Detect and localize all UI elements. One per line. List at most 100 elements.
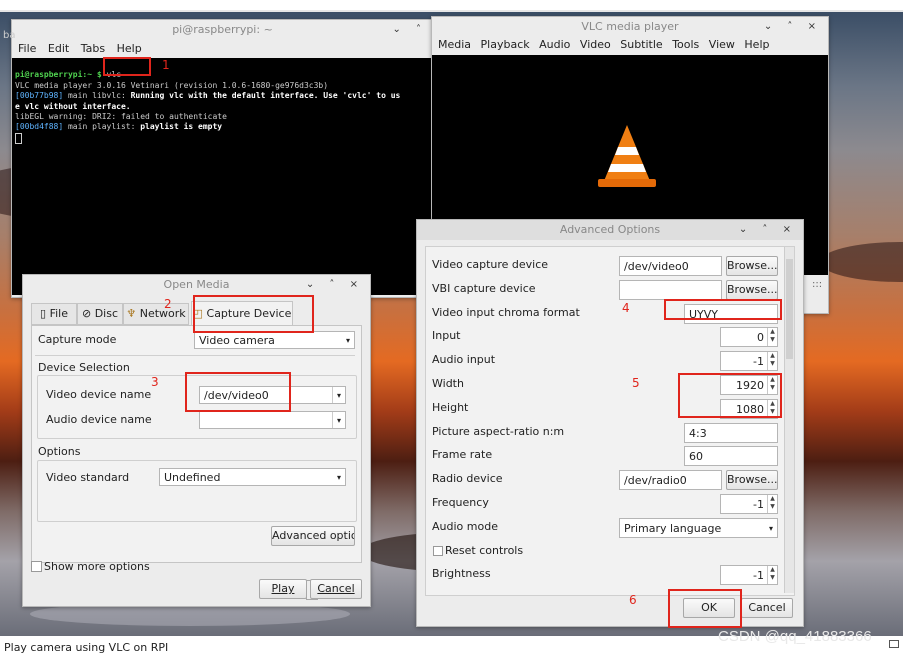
spinbox-value: -1: [753, 355, 764, 368]
cancel-button[interactable]: Cancel: [310, 579, 362, 599]
browse-button[interactable]: Browse...: [726, 280, 778, 300]
spin-arrows-icon[interactable]: ▲ ▼: [767, 352, 777, 370]
terminal-cursor: [15, 132, 22, 144]
scrollbar-thumb[interactable]: [786, 259, 793, 359]
terminal-line: libEGL warning: DRI2: failed to authenti…: [15, 112, 227, 122]
watermark-corner-icon: [889, 640, 899, 648]
vlc-menu-help[interactable]: Help: [744, 38, 769, 51]
reset-controls-checkbox[interactable]: [433, 546, 443, 556]
advanced-row-label: Audio input: [432, 353, 496, 366]
capture-mode-label: Capture mode: [38, 333, 117, 346]
advanced-titlebar: Advanced Options ⌄ ˄ ×: [417, 220, 803, 240]
terminal-window: pi@raspberrypi: ~ ⌄ ˄ File Edit Tabs Hel…: [11, 19, 434, 298]
browse-button[interactable]: Browse...: [726, 470, 778, 490]
annotation-number-5: 5: [632, 376, 640, 390]
advanced-text-input[interactable]: 60: [684, 446, 778, 466]
advanced-row-label: Audio mode: [432, 520, 498, 533]
terminal-title: pi@raspberrypi: ~: [172, 23, 273, 36]
advanced-spinbox[interactable]: 0 ▲ ▼: [720, 327, 778, 347]
advanced-row-label: Radio device: [432, 472, 503, 485]
annotation-number-2: 2: [164, 297, 172, 311]
chevron-down-icon: ▾: [345, 336, 350, 345]
advanced-row-label: Reset controls: [445, 544, 524, 557]
terminal-line: e vlc without interface.: [15, 101, 131, 111]
advanced-window-controls[interactable]: ⌄ ˄ ×: [739, 220, 797, 240]
terminal-menu-tabs[interactable]: Tabs: [81, 42, 105, 55]
vlc-window-controls[interactable]: ⌄ ˄ ×: [764, 17, 822, 37]
annotation-box-2: [193, 295, 314, 333]
vlc-titlebar: VLC media player ⌄ ˄ ×: [432, 17, 828, 37]
audio-device-label: Audio device name: [46, 413, 152, 426]
annotation-box-6: [668, 589, 742, 628]
device-selection-label: Device Selection: [38, 361, 130, 374]
advanced-path-input[interactable]: /dev/video0: [619, 256, 722, 276]
terminal-menu-file[interactable]: File: [18, 42, 36, 55]
disc-icon: ⊘: [81, 307, 92, 320]
vlc-menu-subtitle[interactable]: Subtitle: [620, 38, 662, 51]
advanced-row-label: Brightness: [432, 567, 491, 580]
spin-arrows-icon[interactable]: ▲ ▼: [767, 495, 777, 513]
advanced-cancel-button[interactable]: Cancel: [741, 598, 793, 618]
chevron-down-icon: ▾: [332, 387, 345, 403]
advanced-scrollbar[interactable]: [784, 247, 794, 593]
vlc-menu-audio[interactable]: Audio: [539, 38, 570, 51]
advanced-spinbox[interactable]: -1 ▲ ▼: [720, 494, 778, 514]
tab-disc[interactable]: ⊘ Disc: [77, 303, 123, 325]
terminal-line: VLC media player 3.0.16 Vetinari (revisi…: [15, 80, 329, 90]
browse-button[interactable]: Browse...: [726, 256, 778, 276]
open-media-window-controls[interactable]: ⌄ ˄ ×: [306, 275, 364, 295]
terminal-window-controls[interactable]: ⌄ ˄: [392, 20, 427, 40]
audio-mode-select[interactable]: Primary language ▾: [619, 518, 778, 538]
terminal-output[interactable]: pi@raspberrypi:~ $ vlc VLC media player 3…: [12, 58, 433, 295]
capture-mode-select[interactable]: Video camera ▾: [194, 331, 355, 349]
advanced-text-input[interactable]: 4:3: [684, 423, 778, 443]
chevron-down-icon: ▾: [336, 473, 341, 482]
play-button[interactable]: Play▾: [259, 579, 318, 600]
terminal-titlebar: pi@raspberrypi: ~ ⌄ ˄: [12, 20, 433, 40]
vlc-menu-video[interactable]: Video: [580, 38, 611, 51]
annotation-number-1: 1: [162, 58, 170, 72]
advanced-spinbox[interactable]: -1 ▲ ▼: [720, 565, 778, 585]
spin-arrows-icon[interactable]: ▲ ▼: [767, 328, 777, 346]
advanced-row-label: Width: [432, 377, 464, 390]
select-value: Primary language: [624, 522, 722, 535]
vlc-menu-tools[interactable]: Tools: [672, 38, 699, 51]
open-media-title: Open Media: [163, 278, 230, 291]
advanced-row-label: Input: [432, 329, 461, 342]
divider: [35, 355, 355, 356]
spinbox-value: -1: [753, 569, 764, 582]
advanced-path-input[interactable]: /dev/radio0: [619, 470, 722, 490]
terminal-menu-help[interactable]: Help: [117, 42, 142, 55]
video-standard-select[interactable]: Undefined ▾: [159, 468, 346, 486]
show-more-checkbox[interactable]: [31, 561, 42, 572]
network-icon: ♆: [126, 307, 137, 320]
vlc-menu-media[interactable]: Media: [438, 38, 471, 51]
annotation-number-4: 4: [622, 301, 630, 315]
vlc-menu-playback[interactable]: Playback: [481, 38, 530, 51]
advanced-row-label: Picture aspect-ratio n:m: [432, 425, 565, 438]
figure-caption: Play camera using VLC on RPI: [4, 641, 169, 654]
tab-network[interactable]: ♆ Network: [123, 303, 189, 325]
vlc-title: VLC media player: [581, 20, 679, 33]
annotation-box-5: [678, 373, 782, 418]
annotation-box-4: [664, 299, 782, 320]
advanced-row-label: Frequency: [432, 496, 489, 509]
watermark: CSDN @qq_41883366: [718, 628, 872, 645]
tab-file[interactable]: ▯ File: [31, 303, 77, 325]
audio-device-combobox[interactable]: ▾: [199, 411, 346, 429]
spin-arrows-icon[interactable]: ▲ ▼: [767, 566, 777, 584]
terminal-line: [00bd4f88] main playlist: playlist is em…: [15, 122, 223, 132]
advanced-options-button[interactable]: Advanced options...: [271, 526, 355, 546]
show-more-label: Show more options: [44, 560, 150, 573]
vlc-side-glyph: :::: [812, 279, 823, 290]
advanced-row-label: VBI capture device: [432, 282, 536, 295]
terminal-menubar: File Edit Tabs Help: [12, 40, 433, 58]
terminal-menu-edit[interactable]: Edit: [48, 42, 69, 55]
vlc-menubar: Media Playback Audio Video Subtitle Tool…: [432, 37, 828, 55]
video-standard-label: Video standard: [46, 471, 130, 484]
advanced-spinbox[interactable]: -1 ▲ ▼: [720, 351, 778, 371]
advanced-path-input[interactable]: [619, 280, 722, 300]
advanced-title: Advanced Options: [559, 223, 661, 236]
annotation-number-3: 3: [151, 375, 159, 389]
vlc-menu-view[interactable]: View: [709, 38, 735, 51]
